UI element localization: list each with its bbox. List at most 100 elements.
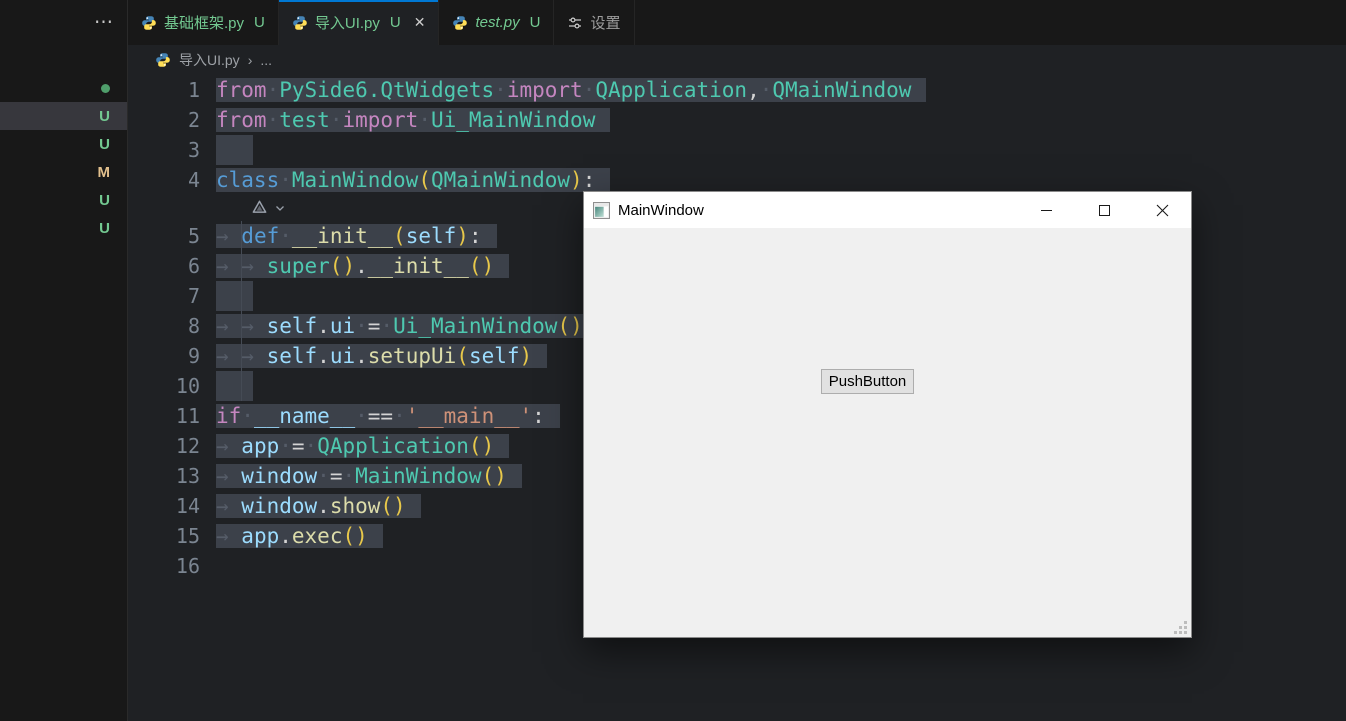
explorer-item[interactable]: U: [0, 130, 127, 158]
token: ui: [329, 314, 356, 338]
ai-assistant-icon: [250, 199, 269, 217]
token: ·: [355, 314, 368, 338]
explorer-sidebar: ⋯ UUMUU: [0, 0, 128, 721]
close-button[interactable]: [1133, 192, 1191, 228]
selection: → window·=·MainWindow(): [216, 464, 522, 488]
token: ·: [279, 168, 292, 192]
indent-guide: [241, 341, 242, 371]
code-line[interactable]: 2 from·test·import·Ui_MainWindow: [128, 105, 1346, 135]
token: Ui_MainWindow: [430, 108, 596, 132]
push-button[interactable]: PushButton: [821, 369, 914, 394]
token: show: [329, 494, 381, 518]
minimize-button[interactable]: [1017, 192, 1075, 228]
chevron-down-icon: [274, 202, 286, 214]
line-number: 1: [187, 78, 200, 102]
qt-caption-buttons: [1017, 192, 1191, 228]
token: def: [241, 224, 280, 248]
token: ): [355, 524, 368, 548]
line-content: from·PySide6.QtWidgets·import·QApplicati…: [216, 78, 927, 102]
selection: class·MainWindow(QMainWindow):: [216, 168, 611, 192]
git-status-badge: U: [99, 191, 110, 209]
token: import: [342, 108, 419, 132]
selection: → app.exec(): [216, 524, 383, 548]
editor-tab[interactable]: 基础框架.py U: [128, 0, 279, 45]
token: __init__: [291, 224, 394, 248]
breadcrumb-more[interactable]: ...: [260, 52, 272, 68]
token: (: [329, 254, 343, 278]
line-content: → window.show(): [216, 494, 421, 518]
line-number: 5: [187, 224, 200, 248]
token: (: [468, 434, 482, 458]
token: (: [468, 254, 482, 278]
breadcrumb-file[interactable]: 导入UI.py: [179, 50, 240, 70]
token: ): [519, 344, 533, 368]
token: ·: [418, 108, 431, 132]
tab-label: 导入UI.py: [314, 15, 380, 32]
close-icon[interactable]: ✕: [414, 14, 426, 31]
token: .: [355, 254, 368, 278]
selection: if·__name__·==·'__main__':: [216, 404, 560, 428]
selection: → → super().__init__(): [216, 254, 510, 278]
token: ): [456, 224, 469, 248]
selection: → → self.ui·=·Ui_MainWindow(): [216, 314, 598, 338]
maximize-button[interactable]: [1075, 192, 1133, 228]
token: →: [216, 464, 242, 488]
line-number: 13: [175, 464, 200, 488]
explorer-list: UUMUU: [0, 74, 127, 242]
line-content: if·__name__·==·'__main__':: [216, 404, 560, 428]
token: ·: [494, 78, 507, 102]
explorer-item[interactable]: [0, 74, 127, 102]
more-actions-icon[interactable]: ⋯: [94, 13, 113, 32]
explorer-item[interactable]: M: [0, 158, 127, 186]
token: window: [241, 494, 318, 518]
close-icon: [1156, 204, 1168, 216]
token: PySide6.QtWidgets: [279, 78, 495, 102]
editor-tab[interactable]: 设置: [554, 0, 635, 45]
explorer-item[interactable]: U: [0, 214, 127, 242]
python-icon: [141, 15, 157, 31]
token: ==: [367, 404, 394, 428]
indent-guide: [241, 281, 242, 311]
token: super: [266, 254, 330, 278]
token: .: [317, 314, 330, 338]
breadcrumb[interactable]: 导入UI.py › ...: [128, 45, 1346, 74]
token: test: [279, 108, 330, 132]
token: ·: [355, 404, 368, 428]
token: →: [216, 524, 242, 548]
editor-tab[interactable]: test.py U: [439, 0, 555, 45]
vscode-window: ⋯ UUMUU 基础框架.py U 导入UI.py U ✕ test.py U 设置: [0, 0, 1346, 721]
token: (: [481, 464, 495, 488]
token: ·: [279, 224, 292, 248]
selection: → → self.ui.setupUi(self): [216, 344, 548, 368]
line-content: [216, 281, 253, 311]
indent-guide: [241, 371, 242, 401]
minimize-icon: [1040, 209, 1052, 211]
token: ·: [342, 464, 356, 488]
code-line[interactable]: 3: [128, 135, 1346, 165]
python-icon: [452, 15, 468, 31]
tab-label: 基础框架.py: [164, 15, 245, 32]
explorer-item[interactable]: U: [0, 186, 127, 214]
code-line[interactable]: 1 from·PySide6.QtWidgets·import·QApplicat…: [128, 75, 1346, 105]
qt-app-icon: [593, 201, 610, 219]
python-icon: [155, 52, 171, 68]
token: ·: [241, 404, 254, 428]
qt-titlebar[interactable]: MainWindow: [584, 192, 1191, 228]
explorer-item[interactable]: U: [0, 102, 127, 130]
token: MainWindow: [291, 168, 419, 192]
resize-grip[interactable]: [1174, 620, 1188, 634]
token: Ui_MainWindow: [393, 314, 558, 338]
token: =: [291, 434, 305, 458]
token: ): [494, 464, 507, 488]
token: ·: [266, 108, 280, 132]
token: setupUi: [367, 344, 457, 368]
line-content: → → self.ui·=·Ui_MainWindow(): [216, 314, 598, 338]
line-content: class·MainWindow(QMainWindow):: [216, 168, 611, 192]
token: (: [456, 344, 469, 368]
editor-tab[interactable]: 导入UI.py U ✕: [278, 0, 440, 45]
token: ·: [279, 434, 292, 458]
git-status-badge: U: [254, 14, 265, 31]
line-content: → app.exec(): [216, 524, 383, 548]
token: ): [481, 254, 495, 278]
line-number: 4: [187, 168, 200, 192]
